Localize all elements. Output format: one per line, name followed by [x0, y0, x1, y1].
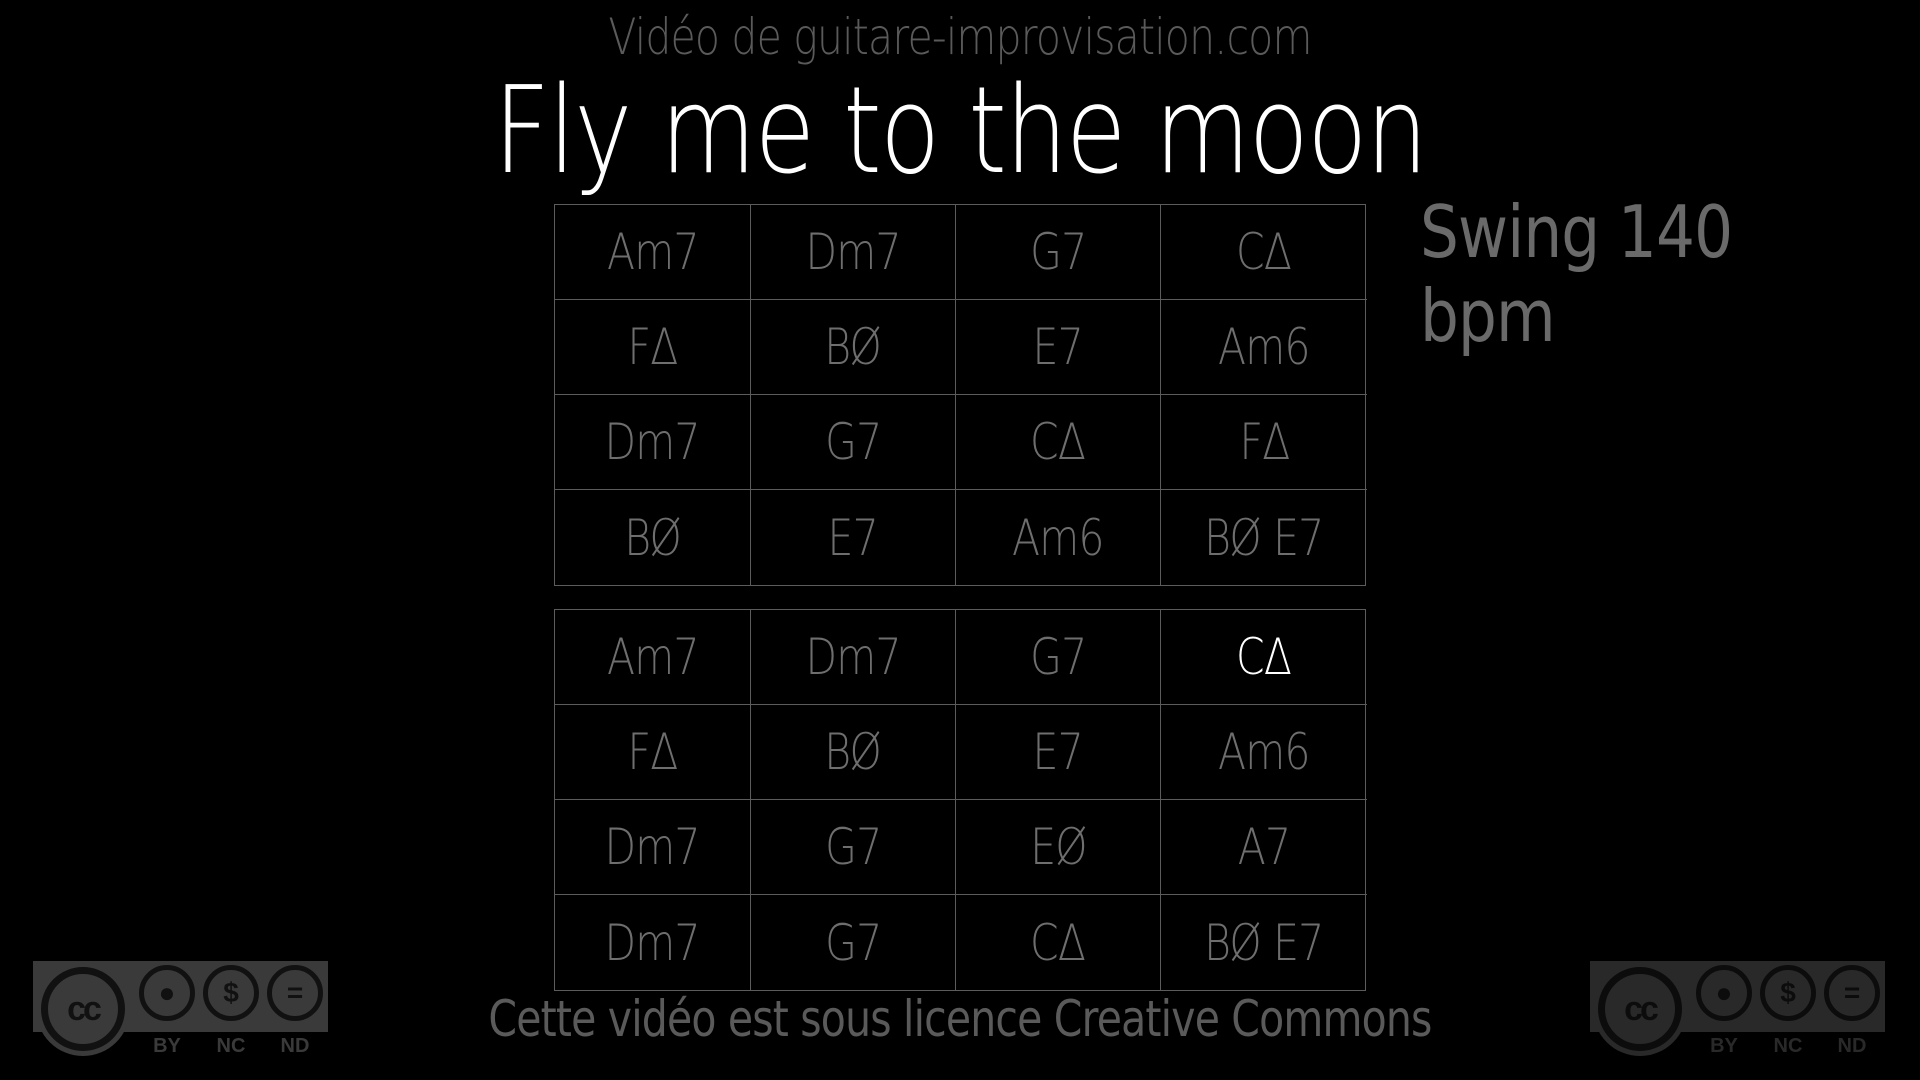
by-person-icon: ● — [139, 965, 195, 1021]
chord-symbol: EØ — [1029, 818, 1087, 876]
badge-label-nc: NC — [1773, 1035, 1803, 1057]
chord-cell: C∆ — [956, 395, 1161, 490]
chord-symbol: Dm7 — [805, 223, 901, 281]
by-person-icon: ● — [1696, 965, 1752, 1021]
tempo-label: Swing 140 bpm — [1420, 190, 1733, 358]
chord-symbol: BØ — [624, 508, 682, 567]
chord-symbol: F∆ — [1239, 413, 1290, 471]
chord-symbol: G7 — [1029, 628, 1087, 686]
badge-label-nd: ND — [280, 1035, 310, 1057]
cc-icon: cc — [41, 967, 125, 1051]
badge-label-by: BY — [153, 1035, 181, 1057]
chord-cell: E7 — [956, 300, 1161, 395]
chord-symbol: Am7 — [606, 628, 699, 686]
chord-symbol: F∆ — [627, 723, 679, 781]
chord-symbol: Dm7 — [805, 628, 901, 686]
chord-cell: F∆ — [1161, 395, 1367, 490]
chord-symbol: Am6 — [1218, 723, 1310, 781]
chord-symbol: Am6 — [1012, 508, 1104, 567]
cc-icon: cc — [1598, 967, 1682, 1051]
chord-symbol: G7 — [824, 413, 882, 471]
badge-label-nc: NC — [216, 1035, 246, 1057]
chord-cell: Am6 — [1161, 300, 1367, 395]
chord-cell: Am6 — [1161, 705, 1367, 800]
cc-license-badge-right: cc ● $ = BY NC ND — [1590, 961, 1885, 1057]
chord-symbol: G7 — [824, 913, 882, 972]
chord-cell: E7 — [751, 490, 956, 585]
nc-dollar-icon: $ — [203, 965, 259, 1021]
chord-cell: BØ — [751, 300, 956, 395]
chord-symbol: Dm7 — [604, 913, 701, 972]
chord-cell: Dm7 — [751, 610, 956, 705]
chord-symbol: C∆ — [1236, 223, 1292, 281]
chord-cell: Dm7 — [751, 205, 956, 300]
chord-cell: E7 — [956, 705, 1161, 800]
chord-cell: F∆ — [555, 300, 751, 395]
chord-symbol: Dm7 — [604, 413, 701, 471]
chord-symbol: F∆ — [627, 318, 679, 376]
chord-symbol: E7 — [1032, 318, 1084, 376]
chord-symbol: BØ E7 — [1204, 508, 1324, 567]
chord-symbol: C∆ — [1030, 913, 1086, 972]
chord-symbol: G7 — [824, 818, 882, 876]
chord-cell: C∆ — [1161, 205, 1367, 300]
chord-cell: A7 — [1161, 800, 1367, 895]
chord-symbol: BØ — [824, 723, 883, 781]
chord-cell: G7 — [751, 800, 956, 895]
chord-cell: G7 — [751, 895, 956, 990]
chord-cell: G7 — [956, 610, 1161, 705]
chord-cell: G7 — [751, 395, 956, 490]
chord-symbol: E7 — [1032, 723, 1084, 781]
chord-grid-2: Am7 Dm7 G7 C∆ F∆ BØ E7 Am6 Dm7 G7 EØ A7 Dm7 G7 C∆ BØ E7 — [554, 609, 1367, 991]
chord-cell: F∆ — [555, 705, 751, 800]
site-credit: Vidéo de guitare-improvisation.com — [608, 8, 1312, 66]
nd-equals-icon: = — [1824, 965, 1880, 1021]
nc-dollar-icon: $ — [1760, 965, 1816, 1021]
chord-cell: Am7 — [555, 610, 751, 705]
chord-symbol: Am7 — [606, 223, 699, 281]
chord-symbol: A7 — [1237, 818, 1291, 876]
chord-cell: Am6 — [956, 490, 1161, 585]
chord-grid-1: Am7 Dm7 G7 C∆ F∆ BØ E7 Am6 Dm7 G7 C∆ F∆ BØ E7 Am6 BØ E7 — [554, 204, 1367, 586]
chord-symbol: C∆ — [1030, 413, 1086, 471]
badge-label-nd: ND — [1837, 1035, 1867, 1057]
chord-cell: BØ — [751, 705, 956, 800]
chord-cell: EØ — [956, 800, 1161, 895]
badge-label-by: BY — [1710, 1035, 1738, 1057]
chord-cell: BØ E7 — [1161, 895, 1367, 990]
chord-cell: Dm7 — [555, 395, 751, 490]
chord-cell: BØ — [555, 490, 751, 585]
chord-symbol: BØ E7 — [1204, 913, 1324, 972]
chord-cell: BØ E7 — [1161, 490, 1367, 585]
chord-symbol: BØ — [824, 318, 883, 376]
chord-cell: G7 — [956, 205, 1161, 300]
chord-symbol: E7 — [827, 508, 879, 567]
license-notice: Cette vidéo est sous licence Creative Co… — [488, 990, 1432, 1048]
song-title: Fly me to the moon — [493, 62, 1428, 201]
nd-equals-icon: = — [267, 965, 323, 1021]
chord-symbol: Dm7 — [604, 818, 701, 876]
chord-symbol: C∆ — [1236, 628, 1292, 686]
cc-license-badge-left: cc ● $ = BY NC ND — [33, 961, 328, 1057]
chord-cell: Dm7 — [555, 895, 751, 990]
chord-symbol: Am6 — [1218, 318, 1310, 376]
chord-cell: C∆ — [956, 895, 1161, 990]
chord-cell: Am7 — [555, 205, 751, 300]
chord-cell: Dm7 — [555, 800, 751, 895]
chord-cell-current: C∆ — [1161, 610, 1367, 705]
chord-symbol: G7 — [1029, 223, 1087, 281]
